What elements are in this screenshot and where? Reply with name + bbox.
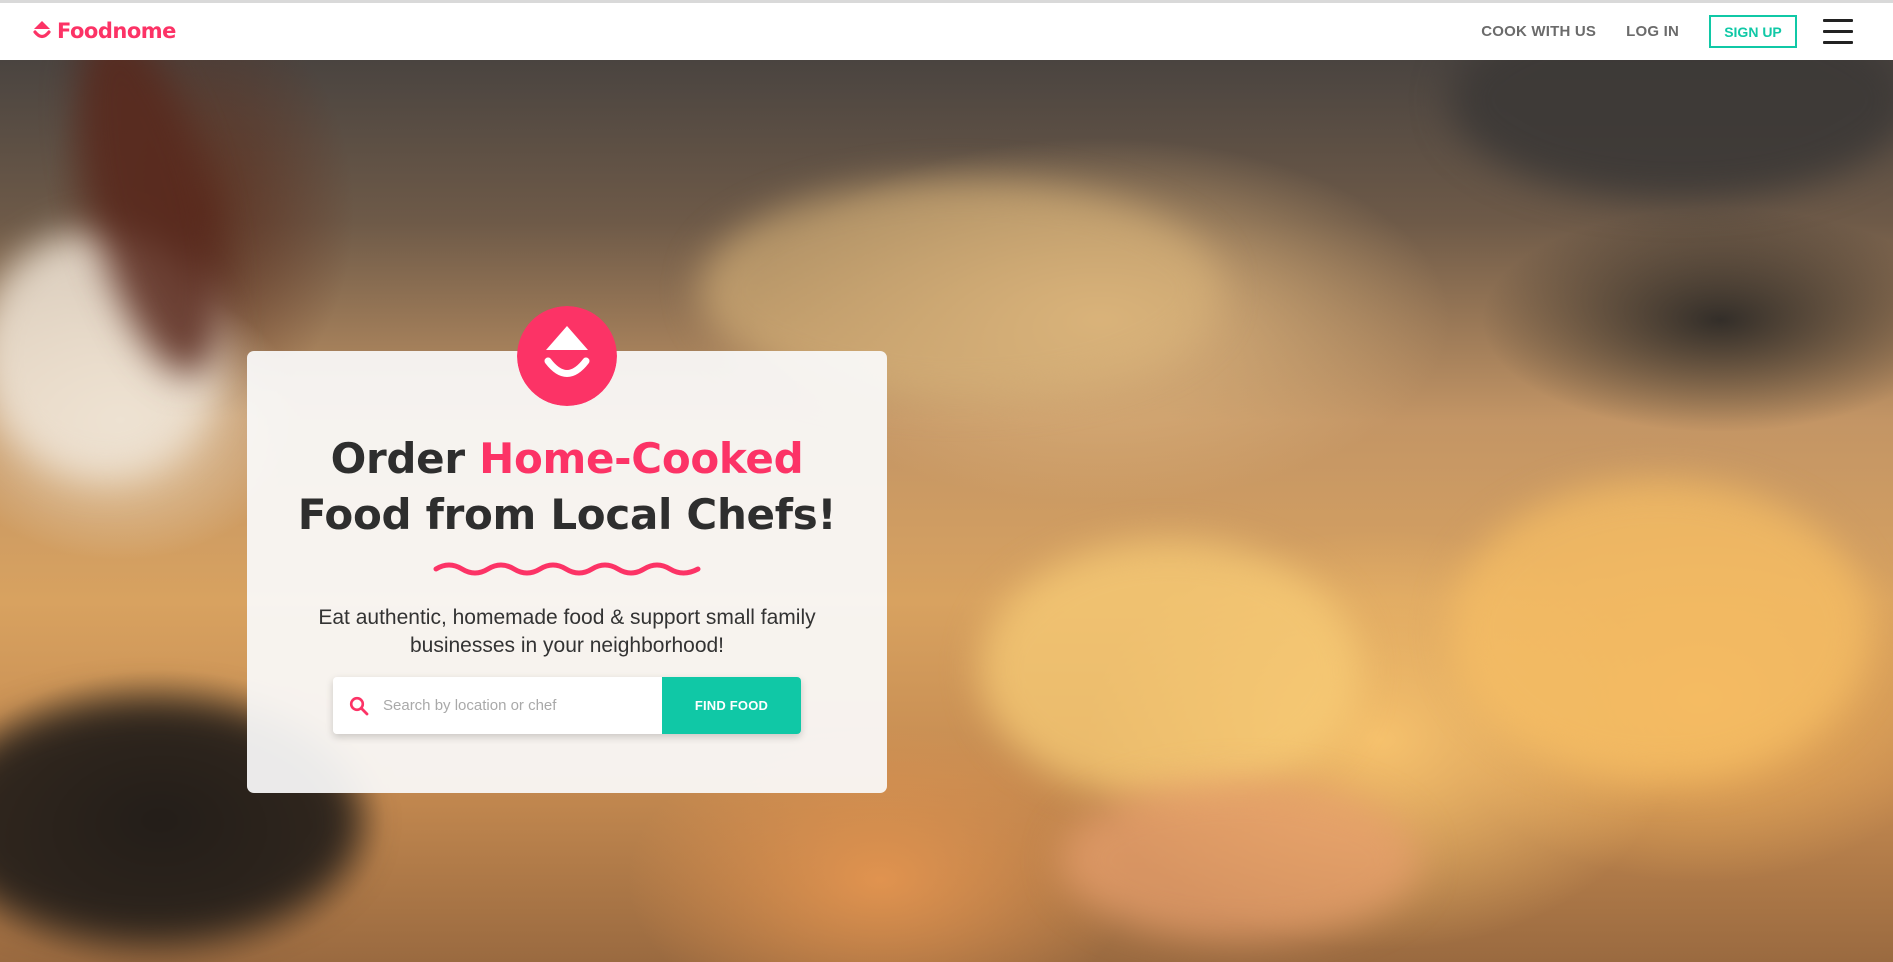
menu-bar (1823, 41, 1853, 44)
nav-log-in[interactable]: LOG IN (1626, 23, 1679, 40)
menu-bar (1823, 19, 1853, 22)
logo-text: Foodnome (57, 19, 176, 43)
wave-divider (433, 562, 701, 576)
nav-cook-with-us[interactable]: COOK WITH US (1481, 23, 1596, 40)
search-icon (349, 696, 369, 715)
find-food-label: FIND FOOD (694, 698, 769, 713)
search-form: FIND FOOD (333, 677, 801, 734)
sign-up-label: SIGN UP (1724, 23, 1782, 40)
headline-part-1: Order (330, 434, 480, 483)
search-input[interactable] (381, 696, 645, 715)
hero-section: Order Home-Cooked Food from Local Chefs!… (0, 60, 1893, 962)
hero-card: Order Home-Cooked Food from Local Chefs!… (247, 306, 887, 793)
sign-up-button[interactable]: SIGN UP (1709, 15, 1797, 48)
search-box[interactable] (333, 677, 662, 734)
nav-links: COOK WITH US LOG IN SIGN UP (1481, 13, 1853, 50)
find-food-button[interactable]: FIND FOOD (662, 677, 801, 734)
hero-subtext: Eat authentic, homemade food & support s… (318, 606, 816, 657)
navbar: Foodnome COOK WITH US LOG IN SIGN UP (0, 3, 1893, 60)
foodnome-logo-icon (33, 21, 51, 39)
hero-headline: Order Home-Cooked Food from Local Chefs! (247, 431, 887, 543)
brand-logo[interactable]: Foodnome (33, 19, 176, 43)
foodnome-logo-icon (517, 306, 617, 406)
headline-part-2: Food from Local Chefs! (297, 490, 837, 539)
menu-bar (1823, 30, 1853, 33)
headline-highlight: Home-Cooked (479, 434, 804, 483)
hamburger-menu-icon[interactable] (1823, 19, 1853, 44)
